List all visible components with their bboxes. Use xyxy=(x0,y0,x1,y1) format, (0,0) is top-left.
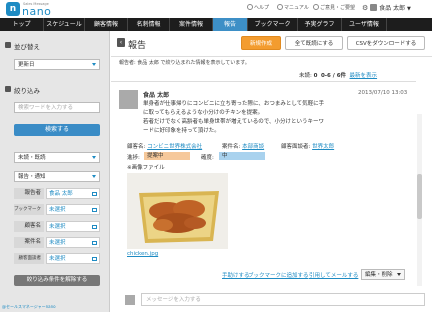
filter-icon xyxy=(5,86,11,92)
app-logo[interactable]: n Sales Message nano xyxy=(6,2,66,18)
search-button[interactable]: 検索する xyxy=(14,124,100,136)
new-report-button[interactable]: 新規作成 xyxy=(241,36,281,50)
page-title: 報告 xyxy=(128,41,147,51)
read-status-select[interactable]: 未読・既読 xyxy=(14,152,100,163)
select-dialog-icon xyxy=(92,208,97,212)
post-author: 食品 太郎 xyxy=(143,92,170,99)
user-avatar xyxy=(370,4,378,11)
filter-label-reporter: 報告者 xyxy=(14,188,44,199)
chevron-down-icon xyxy=(397,273,401,276)
nav-item-schedule[interactable]: スケジュール xyxy=(44,18,85,31)
sidebar: 並び替え 更新日 絞り込み 検索ワードを入力する 検索する 未読・既読 報告・通… xyxy=(0,31,110,312)
logo-mark: n xyxy=(6,2,20,16)
nav-item-user-info[interactable]: ユーザ情報 xyxy=(342,18,387,31)
sort-heading: 並び替え xyxy=(5,41,40,51)
filter-heading: 絞り込み xyxy=(5,85,40,95)
customer-link[interactable]: コンビニ世界株式会社 xyxy=(147,144,202,150)
manual-icon xyxy=(277,4,283,10)
csv-download-button[interactable]: CSVをダウンロードする xyxy=(347,36,425,50)
chevron-down-icon xyxy=(92,156,96,159)
help-link[interactable]: ヘルプ xyxy=(247,4,269,11)
gear-icon: ⚙ xyxy=(362,4,369,12)
main-content: ‹ 報告 新規作成 全て既読にする CSVをダウンロードする 報告者: 食品 太… xyxy=(111,31,432,312)
user-menu[interactable]: ⚙ 食品 太郎 ▼ xyxy=(362,3,411,12)
count-line: 未読: 0 0-6 / 6件 最新を表示 xyxy=(299,73,378,79)
scrollbar[interactable] xyxy=(417,114,422,286)
nav-item-graph[interactable]: 予実グラフ xyxy=(298,18,342,31)
quote-mail-link[interactable]: 引用してメールする xyxy=(309,271,358,279)
nav-item-top[interactable]: トップ xyxy=(0,18,44,31)
report-post: 食品 太郎 2013/07/10 13:03 単身者が仕事帰りにコンビニに立ち寄… xyxy=(111,81,425,312)
filter-label-bookmark: ブックマーク xyxy=(14,204,44,215)
chevron-down-icon xyxy=(92,175,96,178)
edit-delete-dropdown[interactable]: 編集・削除 xyxy=(361,269,405,280)
progress-label: 進捗: xyxy=(127,155,140,161)
mark-all-read-button[interactable]: 全て既読にする xyxy=(285,36,343,50)
post-body: 単身者が仕事帰りにコンビニに立ち寄った際に、おつまみとして気軽に手 に取ってもら… xyxy=(143,101,325,134)
scrollbar-thumb[interactable] xyxy=(417,174,422,219)
report-type-select[interactable]: 報告・通知 xyxy=(14,171,100,182)
nav-item-bookmarks[interactable]: ブックマーク xyxy=(248,18,298,31)
filter-label-project: 案件名 xyxy=(14,237,44,248)
sort-select[interactable]: 更新日 xyxy=(14,59,100,70)
show-latest-link[interactable]: 最新を表示 xyxy=(350,73,378,79)
manual-link[interactable]: マニュアル xyxy=(277,4,309,11)
unread-count: 0 xyxy=(313,73,318,79)
filter-customer-field[interactable]: 未選択 xyxy=(46,221,100,232)
filter-notice: 報告者: 食品 太郎 で絞り込まれた情報を表示しています。 xyxy=(119,60,250,66)
nav-item-reports[interactable]: 報告 xyxy=(213,18,248,31)
filter-contact-field[interactable]: 未選択 xyxy=(46,253,100,264)
certainty-tag: 中 xyxy=(219,152,265,160)
user-name: 食品 太郎 xyxy=(379,5,406,12)
assist-link[interactable]: 手助けする xyxy=(222,271,250,279)
clear-filter-button[interactable]: 絞り込み条件を解除する xyxy=(14,275,100,286)
feedback-icon xyxy=(313,4,319,10)
customer-meta: 顧客名: コンビニ世界株式会社 xyxy=(127,144,203,150)
contact-meta: 顧客面談者: 世界太郎 xyxy=(281,144,335,150)
select-dialog-icon xyxy=(92,225,97,229)
nav-item-cards[interactable]: 名刺情報 xyxy=(128,18,170,31)
message-input[interactable]: メッセージを入力する xyxy=(141,293,425,306)
top-bar: n Sales Message nano ヘルプ マニュアル ご意見・ご要望 ⚙… xyxy=(0,0,432,18)
post-date: 2013/07/10 13:03 xyxy=(358,90,408,96)
filter-project-field[interactable]: 未選択 xyxy=(46,237,100,248)
chevron-down-icon xyxy=(92,63,96,66)
nav-item-customers[interactable]: 顧客情報 xyxy=(85,18,128,31)
select-dialog-icon xyxy=(92,257,97,261)
filter-bookmark-field[interactable]: 未選択 xyxy=(46,204,100,215)
main-nav: トップ スケジュール 顧客情報 名刺情報 案件情報 報告 ブックマーク 予実グラ… xyxy=(0,18,432,31)
nav-item-projects[interactable]: 案件情報 xyxy=(170,18,213,31)
back-icon[interactable]: ‹ xyxy=(117,38,125,47)
filter-reporter-field[interactable]: 食品 太郎 xyxy=(46,188,100,199)
select-dialog-icon xyxy=(92,192,97,196)
result-range: 0-6 / 6件 xyxy=(320,73,347,79)
help-icon xyxy=(247,4,253,10)
select-dialog-icon xyxy=(92,241,97,245)
reply-avatar xyxy=(125,295,135,305)
chevron-down-icon: ▼ xyxy=(407,6,411,12)
footer-copyright: @セールスマネージャーnano xyxy=(2,304,56,309)
author-avatar xyxy=(119,90,138,109)
sort-icon xyxy=(5,42,11,48)
certainty-label: 確度: xyxy=(201,155,214,161)
keyword-input[interactable]: 検索ワードを入力する xyxy=(14,102,100,113)
progress-tag: 提案中 xyxy=(144,152,190,160)
image-file-label: ※画像ファイル xyxy=(127,165,165,171)
project-meta: 案件名: 本部商談 xyxy=(222,144,265,150)
chicken-photo[interactable] xyxy=(127,173,228,249)
filter-label-contact: 顧客面談者 xyxy=(14,253,44,264)
title-bar: ‹ 報告 新規作成 全て既読にする CSVをダウンロードする xyxy=(111,31,432,57)
feedback-link[interactable]: ご意見・ご要望 xyxy=(313,4,355,11)
logo-name: nano xyxy=(22,5,52,18)
add-bookmark-link[interactable]: ブックマークに追加する xyxy=(248,271,309,279)
image-file-link[interactable]: chicken.jpg xyxy=(127,251,158,257)
contact-link[interactable]: 世界太郎 xyxy=(312,144,334,150)
project-link[interactable]: 本部商談 xyxy=(242,144,264,150)
filter-label-customer: 顧客名 xyxy=(14,221,44,232)
